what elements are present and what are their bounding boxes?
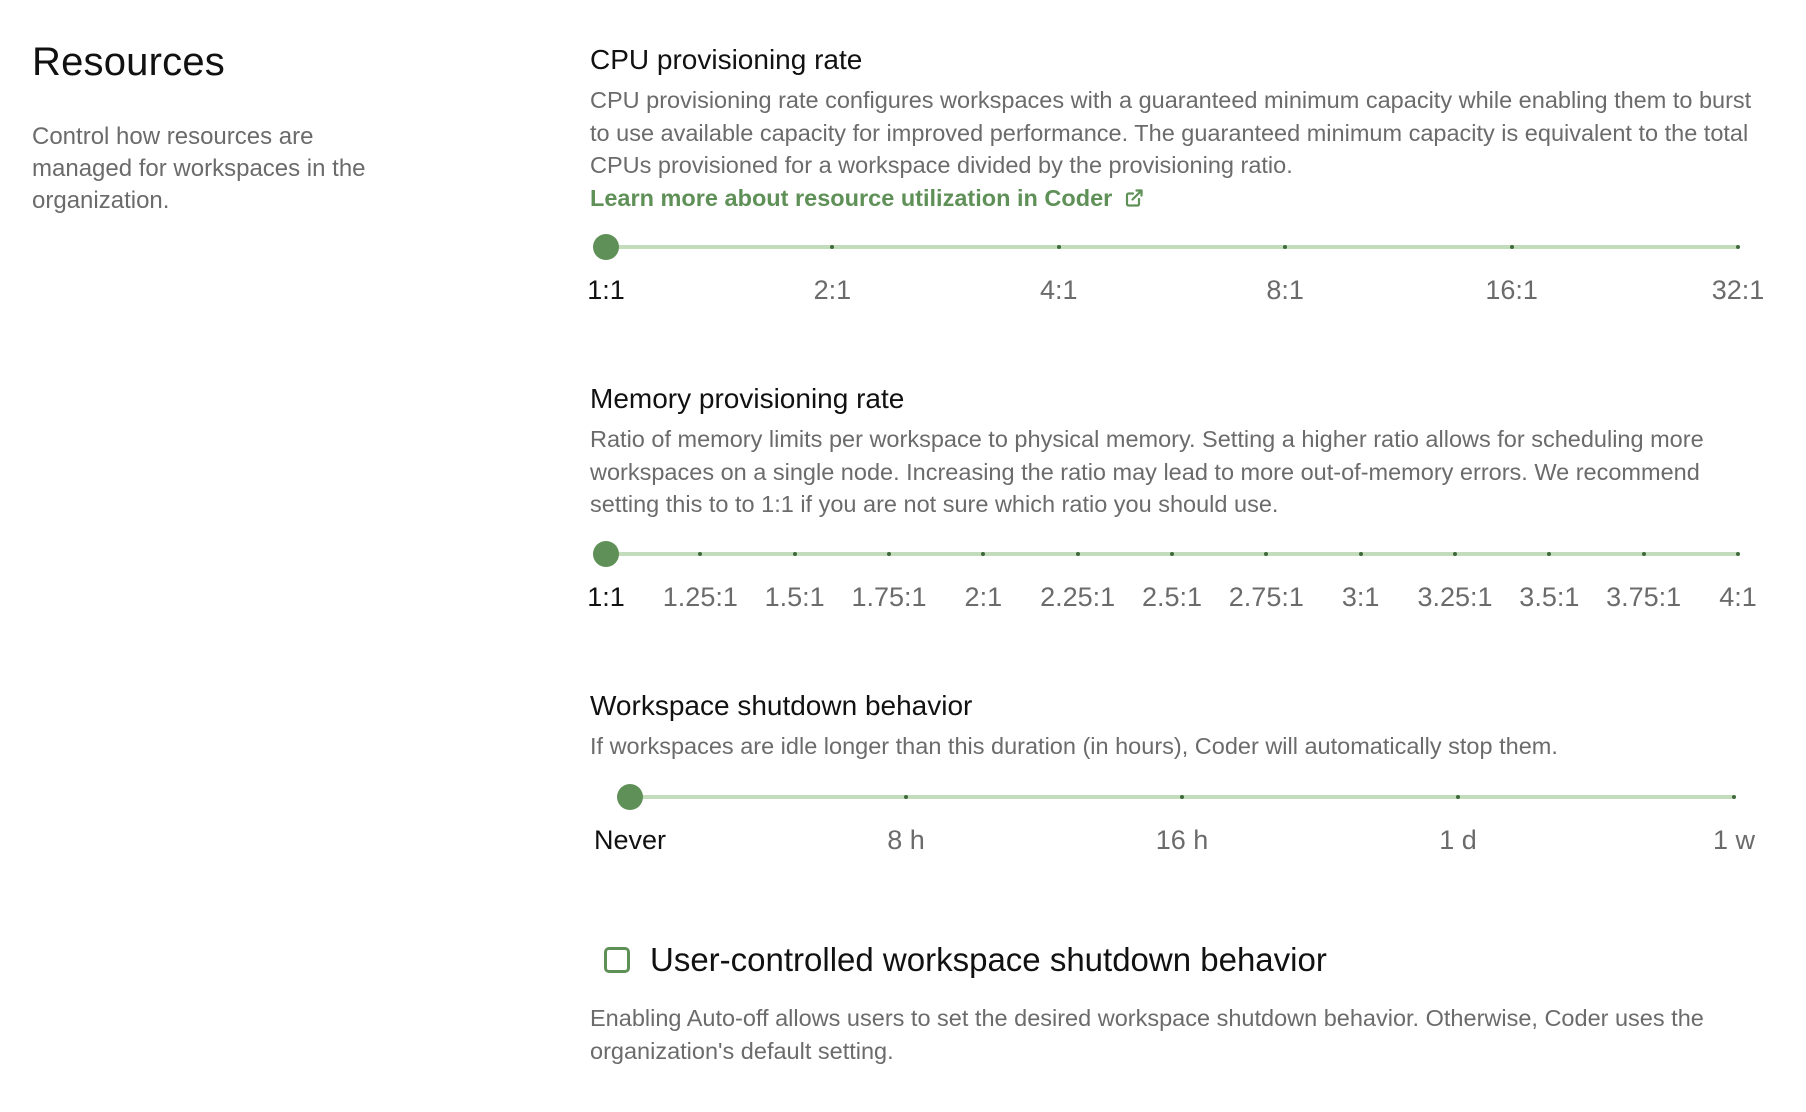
shutdown-slider-mark-label[interactable]: Never — [594, 823, 666, 857]
page-description: Control how resources are managed for wo… — [32, 123, 366, 214]
cpu-slider-tick — [1509, 245, 1514, 249]
cpu-slider-mark-label[interactable]: 2:1 — [814, 273, 852, 307]
memory-slider-tick — [887, 552, 891, 556]
memory-slider-thumb[interactable] — [593, 541, 619, 567]
resource-utilization-link-label: Learn more about resource utilization in… — [590, 184, 1113, 211]
user-shutdown-checkbox[interactable] — [604, 947, 630, 973]
memory-provisioning-setting: Memory provisioning rate Ratio of memory… — [590, 379, 1770, 521]
memory-slider-mark-label[interactable]: 3.75:1 — [1606, 580, 1681, 614]
memory-provisioning-slider[interactable]: 1:1 1.25:1 1.5:1 1.75:1 2:1 2.25:1 2.5:1 2.75:1… — [587, 541, 1790, 634]
section-header: Resources Control how resources are mana… — [32, 40, 412, 217]
shutdown-slider-mark-label[interactable]: 1 w — [1713, 823, 1755, 857]
external-link-icon — [1126, 188, 1143, 207]
shutdown-slider-mark-label[interactable]: 8 h — [887, 823, 925, 857]
workspace-shutdown-slider[interactable]: Never 8 h 16 h 1 d 1 w — [590, 784, 1790, 877]
workspace-shutdown-description: If workspaces are idle longer than this … — [590, 733, 1558, 759]
memory-slider-mark-label[interactable]: 2.5:1 — [1142, 580, 1202, 614]
shutdown-slider-tick — [1180, 795, 1184, 799]
memory-slider-mark-label[interactable]: 3.5:1 — [1519, 580, 1579, 614]
cpu-description-text: CPU provisioning rate configures workspa… — [590, 87, 1752, 178]
cpu-slider-track[interactable] — [606, 245, 1738, 249]
shutdown-slider-tick — [904, 795, 908, 799]
workspace-shutdown-setting: Workspace shutdown behavior If workspace… — [590, 686, 1770, 763]
cpu-slider-mark-label[interactable]: 1:1 — [587, 273, 625, 307]
shutdown-slider-tick — [1456, 795, 1460, 799]
user-shutdown-description: Enabling Auto-off allows users to set th… — [590, 1005, 1704, 1064]
resource-utilization-link[interactable]: Learn more about resource utilization in… — [590, 182, 1144, 214]
cpu-slider-tick — [1736, 245, 1740, 249]
memory-slider-tick — [1736, 552, 1740, 556]
memory-slider-tick — [1170, 552, 1174, 556]
memory-slider-mark-label[interactable]: 1.75:1 — [851, 580, 926, 614]
cpu-slider-mark-label[interactable]: 4:1 — [1040, 273, 1078, 307]
memory-slider-mark-label[interactable]: 2.75:1 — [1229, 580, 1304, 614]
memory-slider-mark-label[interactable]: 3.25:1 — [1417, 580, 1492, 614]
cpu-provisioning-title: CPU provisioning rate — [590, 44, 863, 75]
memory-provisioning-title: Memory provisioning rate — [590, 383, 905, 414]
memory-provisioning-description: Ratio of memory limits per workspace to … — [590, 426, 1704, 517]
memory-slider-mark-label[interactable]: 1:1 — [587, 580, 625, 614]
memory-slider-mark-label[interactable]: 4:1 — [1719, 580, 1757, 614]
user-shutdown-checkbox-row[interactable]: User-controlled workspace shutdown behav… — [604, 938, 1327, 982]
page-title: Resources — [32, 40, 225, 84]
shutdown-slider-mark-label[interactable]: 16 h — [1156, 823, 1209, 857]
cpu-slider-mark-label[interactable]: 16:1 — [1485, 273, 1538, 307]
shutdown-slider-mark-label[interactable]: 1 d — [1439, 823, 1477, 857]
cpu-provisioning-setting: CPU provisioning rate CPU provisioning r… — [590, 40, 1770, 214]
memory-slider-mark-label[interactable]: 2.25:1 — [1040, 580, 1115, 614]
cpu-slider-thumb[interactable] — [593, 234, 619, 260]
memory-slider-tick — [1358, 552, 1363, 556]
user-shutdown-label: User-controlled workspace shutdown behav… — [650, 941, 1327, 978]
workspace-shutdown-title: Workspace shutdown behavior — [590, 690, 973, 721]
memory-slider-tick — [1453, 552, 1457, 556]
user-shutdown-setting: Enabling Auto-off allows users to set th… — [590, 1002, 1770, 1067]
cpu-slider-mark-label[interactable]: 8:1 — [1266, 273, 1304, 307]
cpu-provisioning-description: CPU provisioning rate configures workspa… — [590, 84, 1770, 214]
cpu-slider-mark-label[interactable]: 32:1 — [1712, 273, 1765, 307]
cpu-provisioning-slider[interactable]: 1:1 2:1 4:1 8:1 16:1 32:1 — [587, 234, 1790, 327]
memory-slider-mark-label[interactable]: 2:1 — [965, 580, 1003, 614]
shutdown-slider-tick — [1732, 795, 1736, 799]
memory-slider-tick — [1075, 552, 1080, 556]
memory-slider-tick — [1641, 552, 1646, 556]
memory-slider-mark-label[interactable]: 1.5:1 — [765, 580, 825, 614]
cpu-slider-tick — [1056, 245, 1061, 249]
memory-slider-tick — [792, 552, 797, 556]
memory-slider-mark-label[interactable]: 3:1 — [1342, 580, 1380, 614]
memory-slider-mark-label[interactable]: 1.25:1 — [663, 580, 738, 614]
shutdown-slider-thumb[interactable] — [617, 784, 643, 810]
